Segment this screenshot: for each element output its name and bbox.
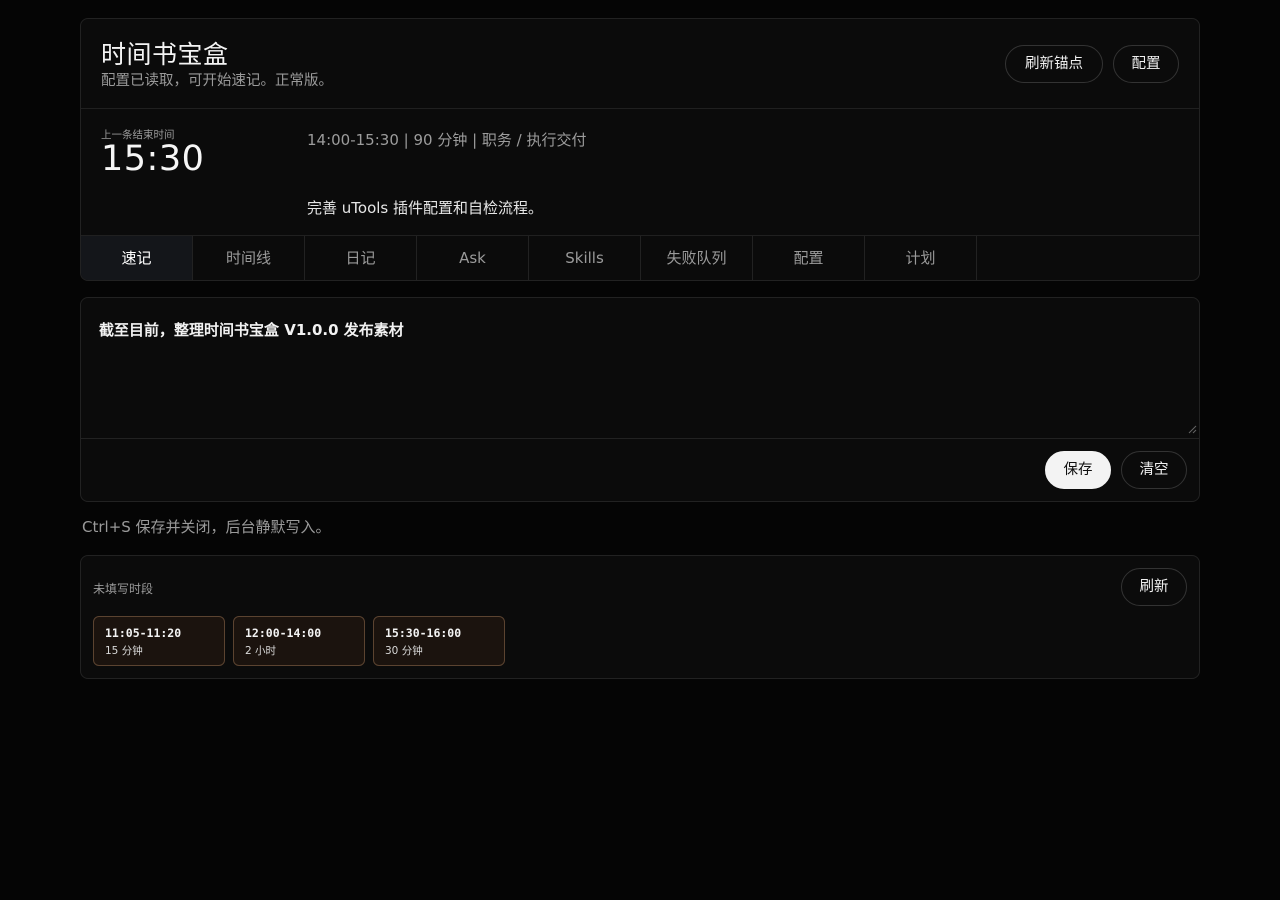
gap-chip[interactable]: 12:00-14:00 2 小时 <box>233 616 365 666</box>
gap-duration: 2 小时 <box>245 645 277 657</box>
gap-duration: 15 分钟 <box>105 645 143 657</box>
tab-skills[interactable]: Skills <box>529 236 641 280</box>
resize-grip-icon[interactable] <box>1188 425 1197 434</box>
last-entry-description: 完善 uTools 插件配置和自检流程。 <box>307 199 543 217</box>
last-entry-meta: 14:00-15:30 | 90 分钟 | 职务 / 执行交付 <box>307 131 587 149</box>
gap-range: 11:05-11:20 <box>105 626 182 640</box>
last-entry-panel: 上一条结束时间 15:30 14:00-15:30 | 90 分钟 | 职务 /… <box>81 109 1199 236</box>
clear-button[interactable]: 清空 <box>1121 451 1187 489</box>
tab-timeline[interactable]: 时间线 <box>193 236 305 280</box>
refresh-button[interactable]: 刷新 <box>1121 568 1187 606</box>
gap-range: 12:00-14:00 <box>245 626 322 640</box>
unfilled-slots-panel: 未填写时段 刷新 11:05-11:20 15 分钟 12:00-14:00 2… <box>80 555 1200 679</box>
note-editor-panel: 截至目前，整理时间书宝盒 V1.0.0 发布素材 保存 清空 <box>80 297 1200 502</box>
unfilled-slots-title: 未填写时段 <box>93 582 154 596</box>
tab-failed-queue[interactable]: 失败队列 <box>641 236 753 280</box>
gap-chip[interactable]: 15:30-16:00 30 分钟 <box>373 616 505 666</box>
last-end-time-value: 15:30 <box>101 139 205 179</box>
main-panel: 时间书宝盒 配置已读取，可开始速记。正常版。 刷新锚点 配置 上一条结束时间 1… <box>80 18 1200 281</box>
header: 时间书宝盒 配置已读取，可开始速记。正常版。 刷新锚点 配置 <box>81 19 1199 109</box>
save-button[interactable]: 保存 <box>1045 451 1111 489</box>
gap-chip[interactable]: 11:05-11:20 15 分钟 <box>93 616 225 666</box>
tab-ask[interactable]: Ask <box>417 236 529 280</box>
tab-config[interactable]: 配置 <box>753 236 865 280</box>
tab-quick-note[interactable]: 速记 <box>81 236 193 280</box>
tab-plan[interactable]: 计划 <box>865 236 977 280</box>
app-title: 时间书宝盒 <box>101 40 229 69</box>
config-button[interactable]: 配置 <box>1113 45 1179 83</box>
note-textarea[interactable]: 截至目前，整理时间书宝盒 V1.0.0 发布素材 <box>81 298 1199 439</box>
shortcut-hint: Ctrl+S 保存并关闭，后台静默写入。 <box>82 518 331 536</box>
tab-bar: 速记 时间线 日记 Ask Skills 失败队列 配置 计划 <box>81 236 1199 280</box>
status-text: 配置已读取，可开始速记。正常版。 <box>101 73 333 89</box>
gap-duration: 30 分钟 <box>385 645 423 657</box>
tab-diary[interactable]: 日记 <box>305 236 417 280</box>
gap-range: 15:30-16:00 <box>385 626 462 640</box>
refresh-anchor-button[interactable]: 刷新锚点 <box>1005 45 1103 83</box>
